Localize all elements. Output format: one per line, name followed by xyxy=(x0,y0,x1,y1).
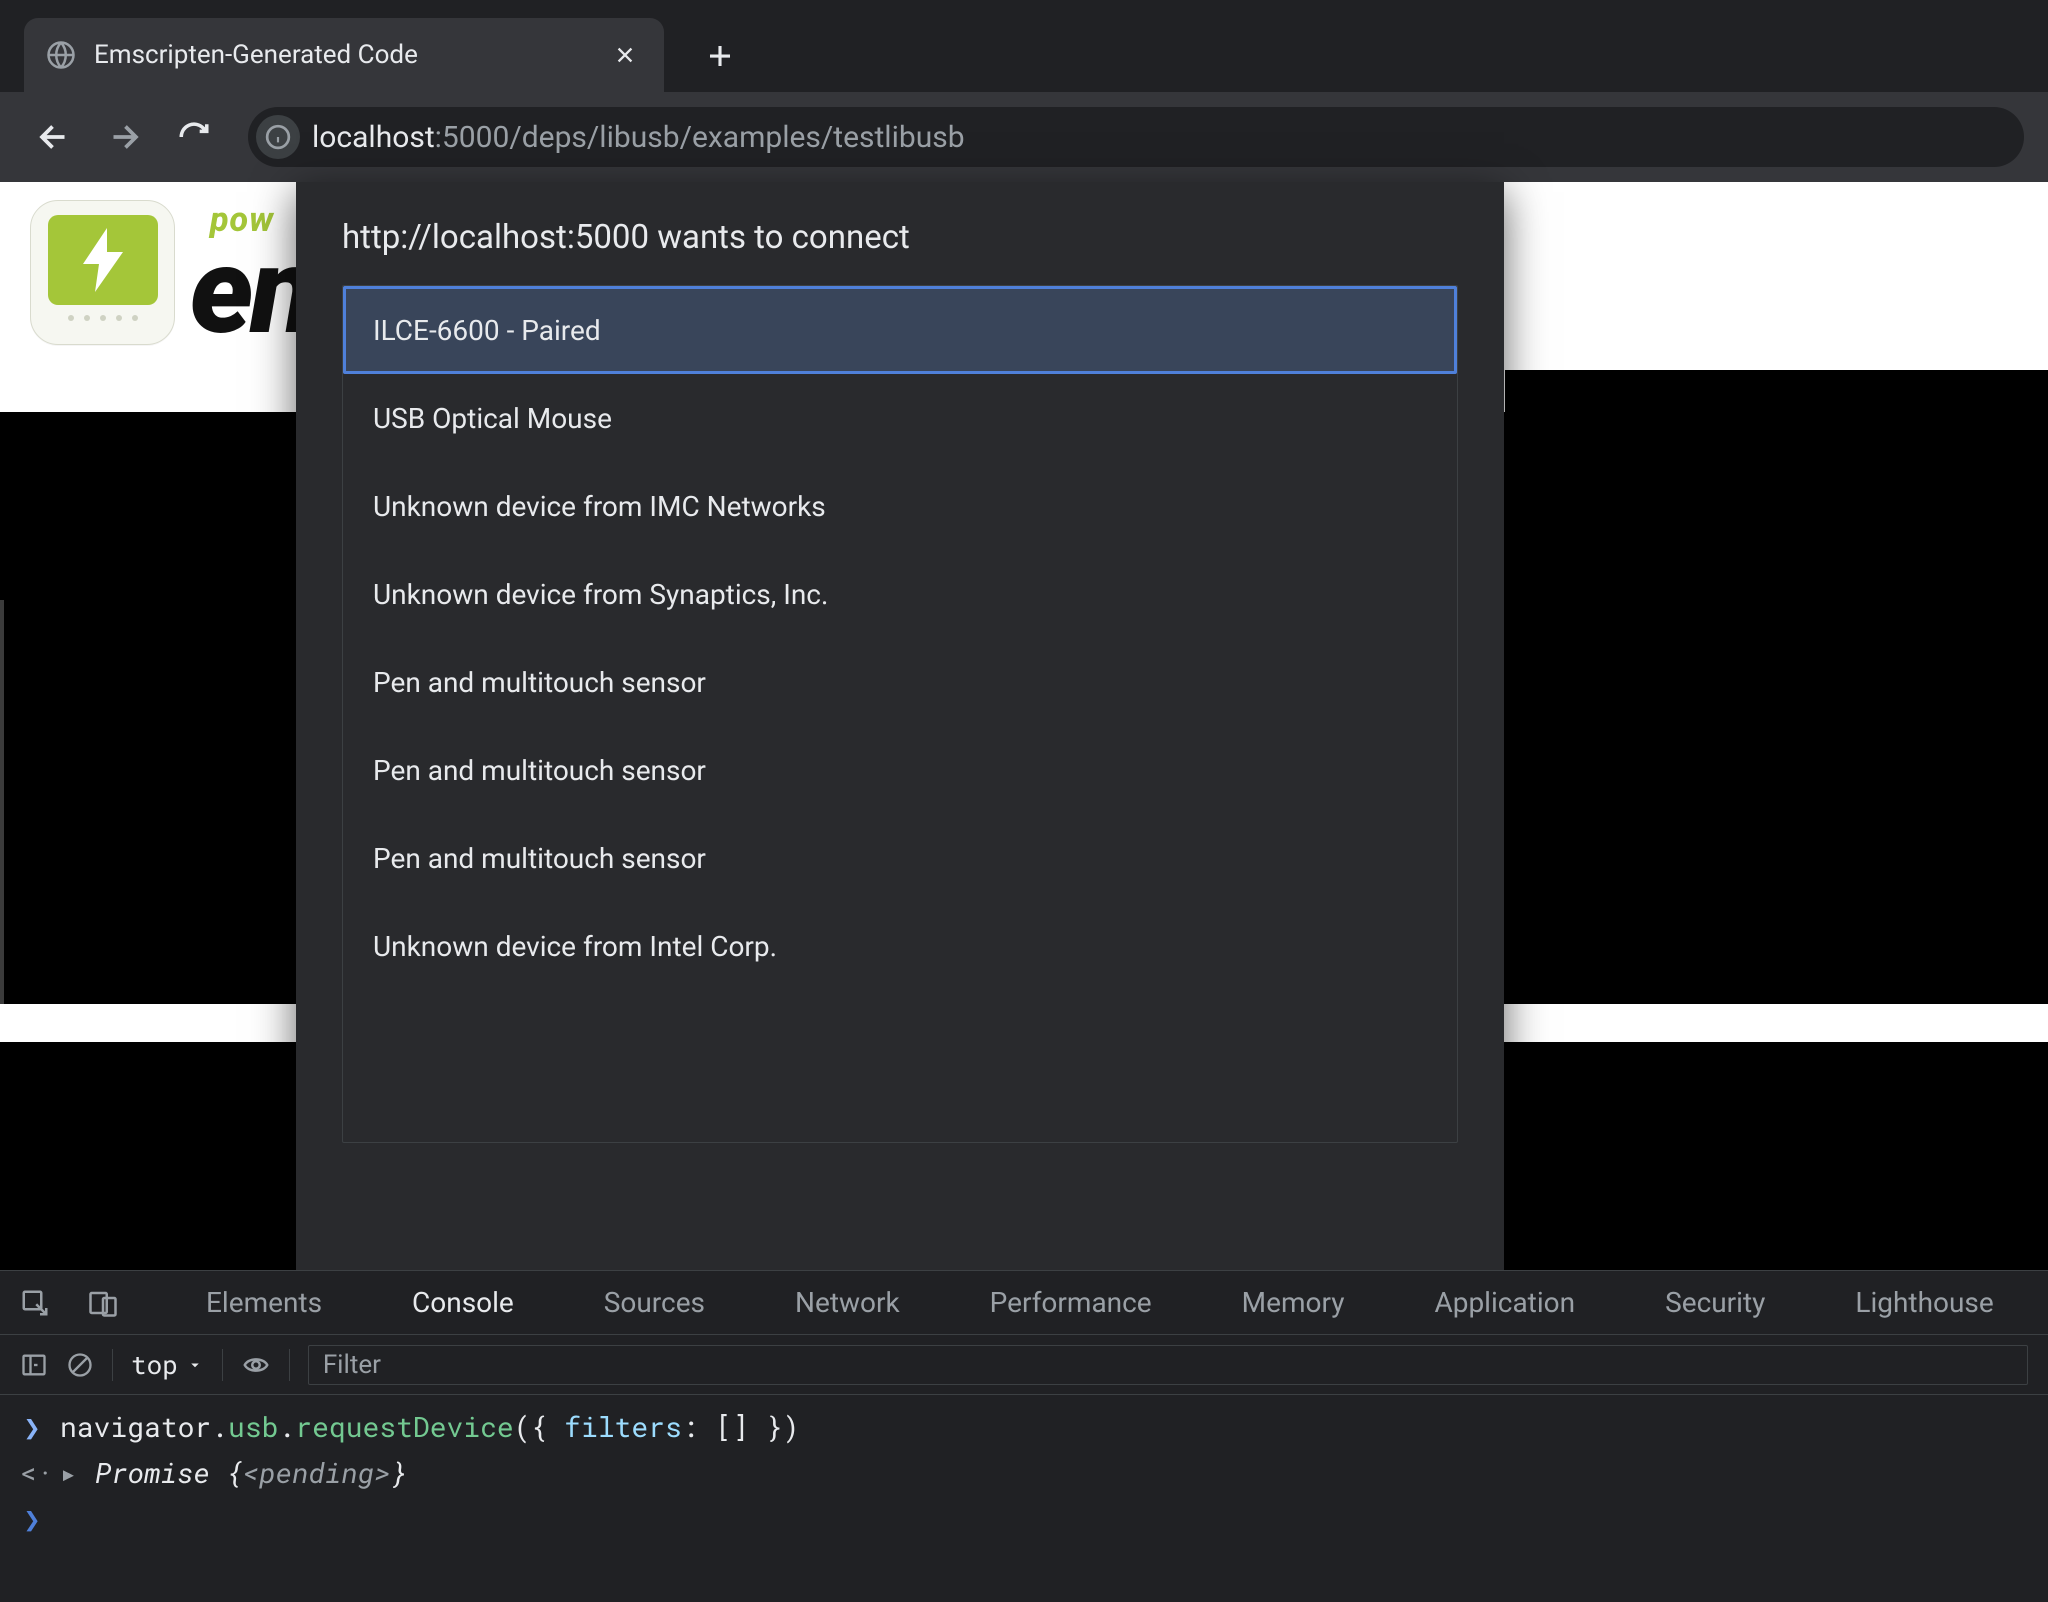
emscripten-logo xyxy=(30,200,175,345)
device-item[interactable]: USB Optical Mouse xyxy=(343,374,1457,462)
console-prompt-row[interactable]: ❯ xyxy=(0,1495,2048,1541)
prompt-icon: ❯ xyxy=(20,1408,44,1445)
devtools-tab-application[interactable]: Application xyxy=(1434,1286,1575,1319)
page-viewport: pow en http://localhost:5000 wants to co… xyxy=(0,182,2048,1602)
prompt-icon: ❯ xyxy=(20,1500,44,1537)
clear-console-icon[interactable] xyxy=(66,1351,94,1379)
output-status: <pending> xyxy=(243,1454,391,1491)
devtools-tab-performance[interactable]: Performance xyxy=(990,1286,1152,1319)
dialog-title: http://localhost:5000 wants to connect xyxy=(342,218,1458,257)
new-tab-button[interactable] xyxy=(692,28,748,84)
site-info-icon[interactable] xyxy=(256,115,300,159)
device-item[interactable]: Pen and multitouch sensor xyxy=(343,814,1457,902)
inspect-icon[interactable] xyxy=(20,1283,50,1323)
console-output[interactable]: ❯ navigator.usb.requestDevice({ filters:… xyxy=(0,1395,2048,1602)
globe-icon xyxy=(46,40,76,70)
console-output-row[interactable]: <· ▸ Promise {<pending>} xyxy=(0,1449,2048,1495)
devtools-tab-elements[interactable]: Elements xyxy=(206,1286,322,1319)
device-item[interactable]: Pen and multitouch sensor xyxy=(343,726,1457,814)
browser-tabbar: Emscripten-Generated Code xyxy=(0,0,2048,92)
result-icon: <· xyxy=(20,1454,44,1491)
devtools-tabs: Elements Console Sources Network Performance… xyxy=(0,1271,2048,1335)
console-filter-input[interactable] xyxy=(308,1345,2028,1385)
device-item[interactable]: ILCE-6600 - Paired xyxy=(343,286,1457,374)
live-expression-icon[interactable] xyxy=(241,1350,271,1380)
output-object: Promise xyxy=(95,1454,226,1491)
devtools-tab-console[interactable]: Console xyxy=(412,1286,514,1319)
disclosure-icon[interactable]: ▸ xyxy=(60,1454,77,1491)
devtools-panel: Elements Console Sources Network Performance… xyxy=(0,1270,2048,1602)
devtools-tab-network[interactable]: Network xyxy=(795,1286,900,1319)
execution-context-dropdown[interactable]: top xyxy=(131,1348,204,1382)
devtools-tab-security[interactable]: Security xyxy=(1665,1286,1765,1319)
console-sidebar-toggle-icon[interactable] xyxy=(20,1351,48,1379)
console-input-row: ❯ navigator.usb.requestDevice({ filters:… xyxy=(0,1403,2048,1449)
device-item[interactable]: Unknown device from Synaptics, Inc. xyxy=(343,550,1457,638)
url-text: localhost:5000/deps/libusb/examples/test… xyxy=(312,120,965,155)
browser-toolbar: localhost:5000/deps/libusb/examples/test… xyxy=(0,92,2048,182)
device-toolbar-icon[interactable] xyxy=(88,1283,118,1323)
reload-button[interactable] xyxy=(164,107,224,167)
browser-tab[interactable]: Emscripten-Generated Code xyxy=(24,18,664,92)
devtools-tab-lighthouse[interactable]: Lighthouse xyxy=(1855,1286,1993,1319)
devtools-tab-memory[interactable]: Memory xyxy=(1242,1286,1345,1319)
tab-title: Emscripten-Generated Code xyxy=(94,40,594,70)
console-input-code: navigator.usb.requestDevice({ filters: [… xyxy=(60,1408,799,1445)
device-item[interactable]: Pen and multitouch sensor xyxy=(343,638,1457,726)
device-item[interactable]: Unknown device from IMC Networks xyxy=(343,462,1457,550)
bolt-icon xyxy=(48,215,158,305)
device-item[interactable]: Unknown device from Intel Corp. xyxy=(343,902,1457,990)
back-button[interactable] xyxy=(24,107,84,167)
devtools-tab-sources[interactable]: Sources xyxy=(604,1286,705,1319)
close-icon[interactable] xyxy=(612,42,638,68)
forward-button[interactable] xyxy=(94,107,154,167)
console-toolbar: top xyxy=(0,1335,2048,1395)
logo-text-en: en xyxy=(190,222,313,362)
address-bar[interactable]: localhost:5000/deps/libusb/examples/test… xyxy=(248,107,2024,167)
device-list[interactable]: ILCE-6600 - PairedUSB Optical MouseUnkno… xyxy=(342,285,1458,1143)
